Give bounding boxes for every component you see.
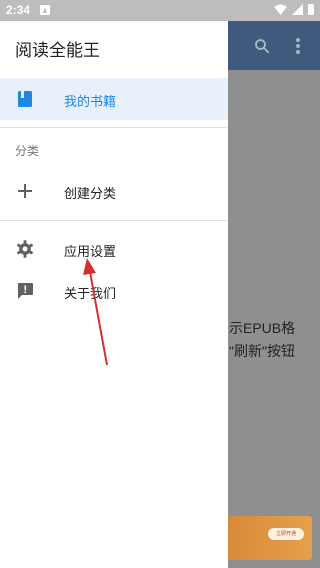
nav-item-app-settings[interactable]: 应用设置 (0, 228, 228, 270)
divider (0, 220, 228, 221)
search-icon[interactable] (253, 37, 271, 55)
book-icon (18, 91, 32, 107)
plus-icon (18, 184, 32, 198)
status-icons (274, 4, 314, 15)
ad-button: 立即开通 (268, 528, 304, 540)
nav-item-create-category[interactable]: 创建分类 (0, 170, 228, 212)
nav-item-about-us[interactable]: 关于我们 (0, 270, 228, 312)
more-vert-icon[interactable] (295, 37, 301, 55)
battery-icon (308, 4, 314, 15)
divider (0, 127, 228, 128)
app-title: 阅读全能王 (15, 41, 100, 61)
navigation-drawer: 阅读全能王 我的书籍 分类 创建分类 应用设置 关于我们 (0, 21, 228, 568)
signal-icon (292, 4, 303, 15)
status-time: 2:34 (6, 3, 31, 17)
notification-icon (40, 5, 50, 15)
nav-label: 创建分类 (64, 187, 117, 202)
nav-item-my-books[interactable]: 我的书籍 (0, 78, 228, 120)
background-ad-banner: 立即开通 (228, 516, 312, 560)
gear-icon (16, 240, 34, 258)
nav-label: 关于我们 (64, 287, 117, 302)
status-bar: 2:34 (0, 0, 320, 21)
feedback-icon (17, 283, 33, 299)
background-text-line: 示EPUB格 (229, 320, 296, 336)
nav-label: 应用设置 (64, 245, 117, 260)
section-header-category: 分类 (15, 144, 40, 158)
nav-label: 我的书籍 (64, 95, 117, 110)
background-text-line: "刷新"按钮 (229, 343, 295, 359)
wifi-icon (274, 4, 287, 15)
